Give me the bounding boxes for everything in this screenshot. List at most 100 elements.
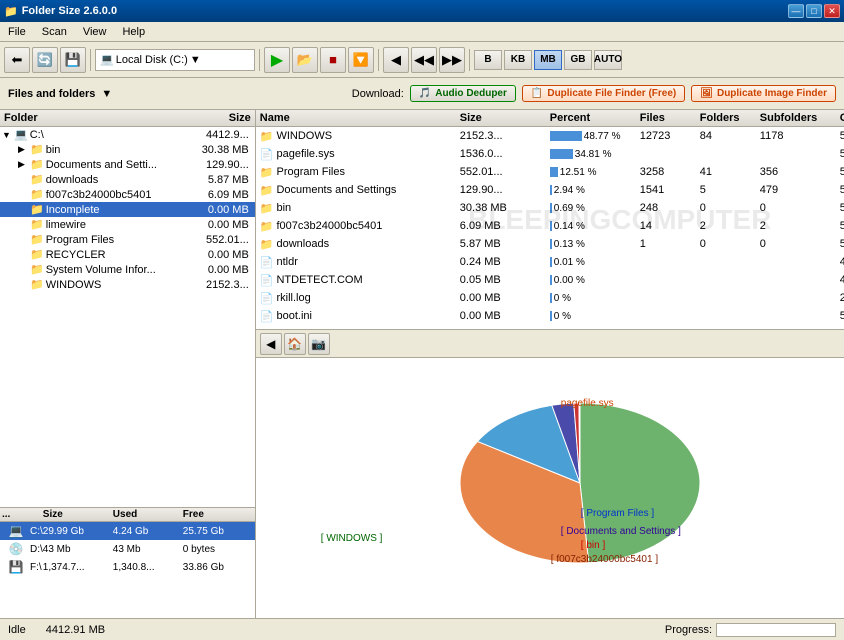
file-row[interactable]: 📄 pagefile.sys 1536.0... 34.81 % 5/22/20… xyxy=(256,145,844,163)
file-row[interactable]: 📄 NTDETECT.COM 0.05 MB 0.00 % 4/14/200..… xyxy=(256,271,844,289)
col-name[interactable]: Name xyxy=(260,112,460,124)
tree-item-name: C:\ xyxy=(30,129,44,141)
refresh-button[interactable]: 🔄 xyxy=(32,47,58,73)
ff-dropdown-arrow[interactable]: ▼ xyxy=(101,88,112,100)
tree-size-header[interactable]: Size xyxy=(171,112,251,124)
percent-bar xyxy=(550,167,558,177)
percent-bar xyxy=(550,239,552,249)
col-files[interactable]: Files xyxy=(640,112,700,124)
tree-item-size: 6.09 MB xyxy=(173,189,253,201)
menu-item-scan[interactable]: Scan xyxy=(38,25,71,39)
percent-text: 0 % xyxy=(554,293,571,304)
file-size-cell: 6.09 MB xyxy=(460,220,550,232)
save-button[interactable]: 💾 xyxy=(60,47,86,73)
tree-row[interactable]: 📁 Program Files 552.01... xyxy=(0,232,255,247)
tree-name-cell: ▶ 📁 bin xyxy=(2,143,173,156)
drive-used-header[interactable]: Used xyxy=(113,509,183,520)
open-folder-button[interactable]: 📂 xyxy=(292,47,318,73)
size-auto-button[interactable]: AUTO xyxy=(594,50,622,70)
stop-button[interactable]: ■ xyxy=(320,47,346,73)
file-row[interactable]: 📁 f007c3b24000bc5401 6.09 MB 0.14 % 14 2… xyxy=(256,217,844,235)
col-percent[interactable]: Percent xyxy=(550,112,640,124)
size-mb-button[interactable]: MB xyxy=(534,50,562,70)
file-row[interactable]: 📄 ntldr 0.24 MB 0.01 % 4/14/200... 4 xyxy=(256,253,844,271)
file-folders-cell: 0 xyxy=(700,202,760,214)
tree-row[interactable]: 📁 Incomplete 0.00 MB xyxy=(0,202,255,217)
tree-row[interactable]: 📁 System Volume Infor... 0.00 MB xyxy=(0,262,255,277)
col-created[interactable]: Created xyxy=(840,112,844,124)
scroll-left-button[interactable]: ◀ xyxy=(260,333,282,355)
file-row[interactable]: 📁 WINDOWS 2152.3... 48.77 % 12723 84 117… xyxy=(256,127,844,145)
file-created-cell: 5/22/200... xyxy=(840,184,844,196)
tree-name-cell: 📁 Program Files xyxy=(2,233,173,246)
dup-file-icon: 📋 xyxy=(531,88,543,99)
menu-item-file[interactable]: File xyxy=(4,25,30,39)
menu-item-view[interactable]: View xyxy=(79,25,111,39)
file-size-cell: 552.01... xyxy=(460,166,550,178)
file-row[interactable]: 📄 boot.ini 0.00 MB 0 % 5/22/200... 5 xyxy=(256,307,844,325)
tree-row[interactable]: 📁 downloads 5.87 MB xyxy=(0,172,255,187)
drive-type-icon: 💾 xyxy=(2,560,30,574)
percent-bar xyxy=(550,293,552,303)
file-row[interactable]: 📄 rkill.log 0.00 MB 0 % 2/5/2010... 2 xyxy=(256,289,844,307)
col-subfolders[interactable]: Subfolders xyxy=(760,112,840,124)
file-row[interactable]: 📁 bin 30.38 MB 0.69 % 248 0 0 5/22/200..… xyxy=(256,199,844,217)
drive-used-value: 1,340.8... xyxy=(113,562,183,573)
folder-icon: 📁 xyxy=(30,248,44,261)
tree-row[interactable]: 📁 limewire 0.00 MB xyxy=(0,217,255,232)
address-bar[interactable]: 💻 Local Disk (C:) ▼ xyxy=(95,49,255,71)
close-button[interactable]: ✕ xyxy=(824,4,840,18)
back-button[interactable]: ⬅ xyxy=(4,47,30,73)
tree-row[interactable]: 📁 WINDOWS 2152.3... xyxy=(0,277,255,292)
home-button[interactable]: 🏠 xyxy=(284,333,306,355)
file-files-cell: 248 xyxy=(640,202,700,214)
maximize-button[interactable]: □ xyxy=(806,4,822,18)
folder-icon: 📁 xyxy=(30,218,44,231)
file-name-cell: 📁 WINDOWS xyxy=(260,130,460,143)
tree-folder-header[interactable]: Folder xyxy=(4,112,171,124)
audio-deduper-button[interactable]: 🎵 Audio Deduper xyxy=(410,85,516,102)
file-row[interactable]: 📁 Documents and Settings 129.90... 2.94 … xyxy=(256,181,844,199)
drive-panel[interactable]: ... Size Used Free 💻 C:\ 29.99 Gb 4.24 G… xyxy=(0,508,255,618)
col-folders[interactable]: Folders xyxy=(700,112,760,124)
camera-button[interactable]: 📷 xyxy=(308,333,330,355)
expand-icon[interactable]: ▶ xyxy=(18,159,28,170)
file-percent-cell: 0.13 % xyxy=(550,239,640,250)
drive-free-header[interactable]: Free xyxy=(183,509,253,520)
nav-fwd-button[interactable]: ▶▶ xyxy=(439,47,465,73)
tree-row[interactable]: ▶ 📁 Documents and Setti... 129.90... xyxy=(0,157,255,172)
tree-item-size: 2152.3... xyxy=(173,279,253,291)
filter-button[interactable]: 🔽 xyxy=(348,47,374,73)
tree-row[interactable]: ▼ 💻 C:\ 4412.9... xyxy=(0,127,255,142)
tree-view[interactable]: Folder Size ▼ 💻 C:\ 4412.9... ▶ 📁 bin 30… xyxy=(0,110,255,508)
drive-row[interactable]: 💻 C:\ 29.99 Gb 4.24 Gb 25.75 Gb xyxy=(0,522,255,540)
file-name: f007c3b24000bc5401 xyxy=(276,220,382,232)
drive-row[interactable]: 💿 D:\ 43 Mb 43 Mb 0 bytes xyxy=(0,540,255,558)
size-b-button[interactable]: B xyxy=(474,50,502,70)
tree-row[interactable]: 📁 f007c3b24000bc5401 6.09 MB xyxy=(0,187,255,202)
play-button[interactable]: ▶ xyxy=(264,47,290,73)
file-name-cell: 📄 boot.ini xyxy=(260,310,460,323)
col-size[interactable]: Size xyxy=(460,112,550,124)
tree-item-size: 552.01... xyxy=(173,234,253,246)
percent-bar xyxy=(550,221,552,231)
file-row[interactable]: 📁 downloads 5.87 MB 0.13 % 1 0 0 5/22/20… xyxy=(256,235,844,253)
drive-row[interactable]: 💾 F:\ 1,374.7... 1,340.8... 33.86 Gb xyxy=(0,558,255,576)
size-gb-button[interactable]: GB xyxy=(564,50,592,70)
file-list[interactable]: BLEEPINGCOMPUTER Name Size Percent Files… xyxy=(256,110,844,330)
drive-size-header[interactable]: Size xyxy=(43,509,113,520)
menu-item-help[interactable]: Help xyxy=(118,25,149,39)
dup-image-button[interactable]: 🖼 Duplicate Image Finder xyxy=(691,85,836,102)
tree-row[interactable]: ▶ 📁 bin 30.38 MB xyxy=(0,142,255,157)
expand-icon[interactable]: ▼ xyxy=(2,130,12,140)
nav-prev-button[interactable]: ◀ xyxy=(383,47,409,73)
file-row[interactable]: 📁 RECYCLER 0.00 MB 0 % 5/22/200... xyxy=(256,325,844,330)
tree-row[interactable]: 📁 RECYCLER 0.00 MB xyxy=(0,247,255,262)
minimize-button[interactable]: — xyxy=(788,4,804,18)
nav-back-button[interactable]: ◀◀ xyxy=(411,47,437,73)
size-kb-button[interactable]: KB xyxy=(504,50,532,70)
expand-icon[interactable]: ▶ xyxy=(18,144,28,155)
dup-file-button[interactable]: 📋 Duplicate File Finder (Free) xyxy=(522,85,685,102)
file-row[interactable]: 📁 Program Files 552.01... 12.51 % 3258 4… xyxy=(256,163,844,181)
dropdown-arrow[interactable]: ▼ xyxy=(190,54,201,66)
